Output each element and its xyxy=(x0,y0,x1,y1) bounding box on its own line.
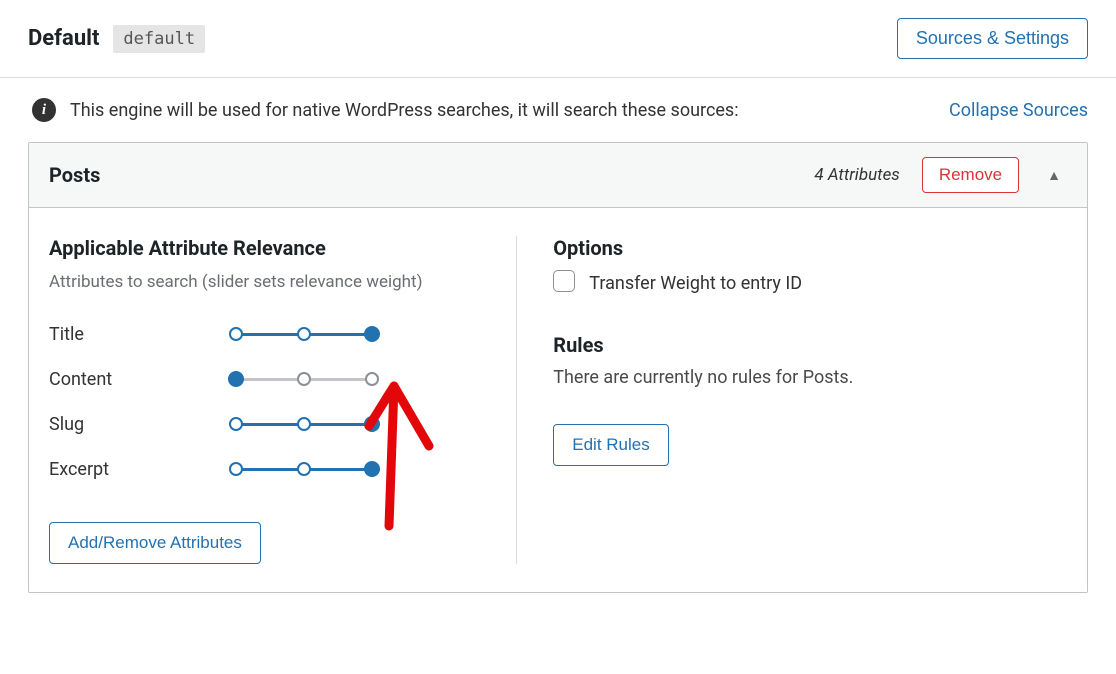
sources-settings-button[interactable]: Sources & Settings xyxy=(897,18,1088,59)
engine-name: Default xyxy=(28,26,99,51)
attributes-heading: Applicable Attribute Relevance xyxy=(49,236,480,260)
source-panel-posts: Posts 4 Attributes Remove ▲ Applicable A… xyxy=(28,142,1088,593)
attributes-subtext: Attributes to search (slider sets releva… xyxy=(49,270,480,296)
slider-step-dot[interactable] xyxy=(228,371,244,387)
attribute-row: Slug xyxy=(49,414,480,435)
slider-step-dot[interactable] xyxy=(364,461,380,477)
info-left: i This engine will be used for native Wo… xyxy=(32,98,739,122)
top-bar: Default default Sources & Settings xyxy=(0,0,1116,78)
slider-step-dot[interactable] xyxy=(297,417,311,431)
relevance-slider[interactable] xyxy=(229,460,379,478)
slider-step-dot[interactable] xyxy=(297,372,311,386)
panel-header-right: 4 Attributes Remove ▲ xyxy=(814,157,1067,193)
attribute-label: Excerpt xyxy=(49,459,229,480)
rules-empty-text: There are currently no rules for Posts. xyxy=(553,367,1067,388)
panel-body: Applicable Attribute Relevance Attribute… xyxy=(29,208,1087,592)
transfer-weight-row: Transfer Weight to entry ID xyxy=(553,270,833,297)
engine-slug-tag: default xyxy=(113,25,205,53)
add-remove-attributes-button[interactable]: Add/Remove Attributes xyxy=(49,522,261,564)
attributes-column: Applicable Attribute Relevance Attribute… xyxy=(49,236,517,564)
info-icon: i xyxy=(32,98,56,122)
rules-heading: Rules xyxy=(553,333,1067,357)
relevance-slider[interactable] xyxy=(229,325,379,343)
attribute-row: Content xyxy=(49,369,480,390)
attribute-label: Content xyxy=(49,369,229,390)
panel-title: Posts xyxy=(49,163,100,187)
info-bar: i This engine will be used for native Wo… xyxy=(0,78,1116,142)
attribute-rows: Title Content Slug Excerpt xyxy=(49,324,480,480)
attribute-label: Title xyxy=(49,324,229,345)
options-rules-column: Options Transfer Weight to entry ID Rule… xyxy=(517,236,1067,564)
attribute-row: Title xyxy=(49,324,480,345)
info-text: This engine will be used for native Word… xyxy=(70,100,739,121)
slider-step-dot[interactable] xyxy=(297,327,311,341)
attribute-label: Slug xyxy=(49,414,229,435)
slider-step-dot[interactable] xyxy=(229,327,243,341)
collapse-sources-link[interactable]: Collapse Sources xyxy=(949,100,1088,121)
options-heading: Options xyxy=(553,236,1067,260)
engine-title-group: Default default xyxy=(28,25,205,53)
relevance-slider[interactable] xyxy=(229,370,379,388)
slider-step-dot[interactable] xyxy=(229,417,243,431)
chevron-up-icon[interactable]: ▲ xyxy=(1041,163,1067,188)
attribute-count: 4 Attributes xyxy=(814,165,899,185)
remove-source-button[interactable]: Remove xyxy=(922,157,1019,193)
slider-step-dot[interactable] xyxy=(297,462,311,476)
edit-rules-button[interactable]: Edit Rules xyxy=(553,424,668,466)
transfer-weight-label: Transfer Weight to entry ID xyxy=(589,270,802,297)
slider-step-dot[interactable] xyxy=(365,372,379,386)
transfer-weight-checkbox[interactable] xyxy=(553,270,575,292)
attribute-row: Excerpt xyxy=(49,459,480,480)
relevance-slider[interactable] xyxy=(229,415,379,433)
panel-header: Posts 4 Attributes Remove ▲ xyxy=(29,143,1087,208)
slider-step-dot[interactable] xyxy=(229,462,243,476)
slider-step-dot[interactable] xyxy=(364,326,380,342)
slider-step-dot[interactable] xyxy=(364,416,380,432)
